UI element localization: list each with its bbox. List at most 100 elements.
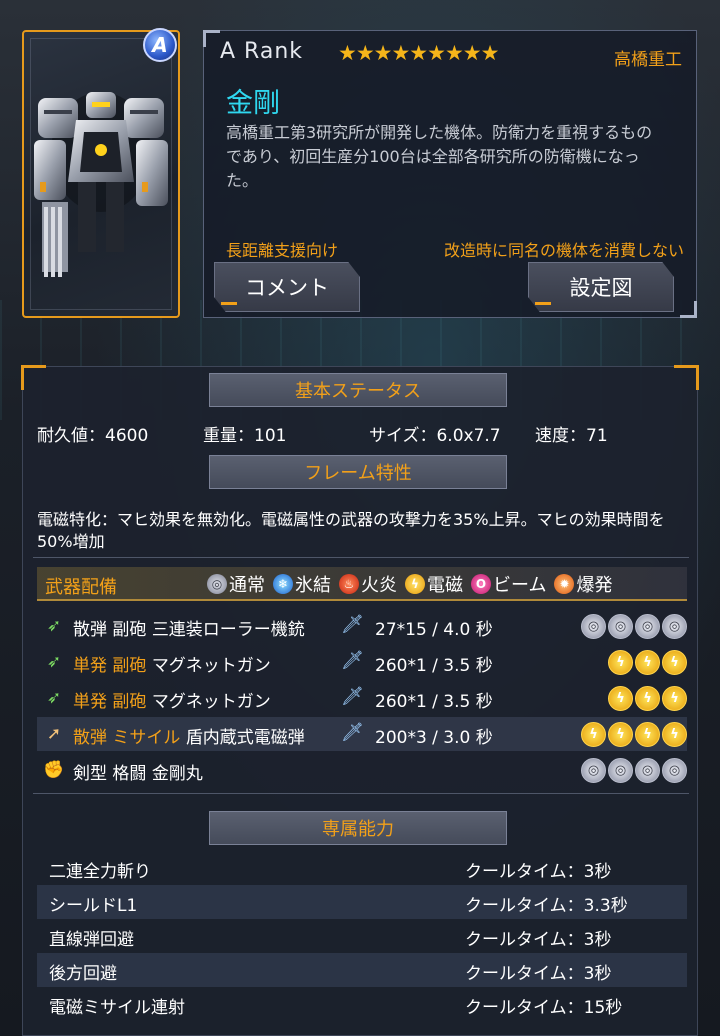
legend-label: 電磁 <box>427 575 463 596</box>
ability-cooldown: クールタイム：3秒 <box>465 930 612 950</box>
weapon-type: 剣型 格闘 <box>73 764 147 784</box>
legend-label: 通常 <box>229 575 265 596</box>
weapon-label: 盾内蔵式電磁弾 <box>185 728 305 748</box>
weapon-row[interactable]: ➶ 散弾 副砲 三連装ローラー機銃 🗡 27*15 / 4.0 秒 ◎ ◎ ◎ ◎ <box>37 609 687 643</box>
ability-row: 電磁ミサイル連射 クールタイム：15秒 <box>37 987 687 1021</box>
role-tag: 長距離支援向け <box>226 241 339 260</box>
rifle-icon: ➶ <box>46 652 62 672</box>
unit-description: 高橋重工第3研究所が開発した機体。防衛力を重視するものであり、初回生産分100台… <box>226 123 653 190</box>
legend-label: 火炎 <box>361 575 397 596</box>
abilities-heading: 専属能力 <box>209 811 507 845</box>
electric-slot-icon: ϟ <box>635 650 660 675</box>
rifle-icon: ➶ <box>46 688 62 708</box>
damage-icon: 🗡 <box>341 650 364 671</box>
panel-corner <box>21 365 46 390</box>
electric-slot-icon: ϟ <box>635 686 660 711</box>
ability-cooldown: クールタイム：15秒 <box>465 998 623 1018</box>
weapons-heading: 武器配備 <box>45 577 117 598</box>
comment-button[interactable]: コメント <box>214 262 360 312</box>
comment-button-label: コメント <box>245 276 329 300</box>
electric-slot-icon: ϟ <box>662 650 687 675</box>
weapon-slots: ◎ ◎ ◎ ◎ <box>581 614 687 639</box>
normal-slot-icon: ◎ <box>608 614 633 639</box>
weapon-slots: ϟϟϟϟ <box>581 722 687 747</box>
weapon-type: 単発 副砲 <box>73 656 147 676</box>
frame-trait-text: 電磁特化：マヒ効果を無効化。電磁属性の武器の攻撃力を35%上昇。マヒの効果時間を… <box>37 510 665 551</box>
panel-corner <box>680 301 697 318</box>
normal-slot-icon: ◎ <box>635 758 660 783</box>
ability-name: 電磁ミサイル連射 <box>49 998 185 1018</box>
weapon-damage: 260*1 / 3.5 秒 <box>375 692 493 712</box>
weapons-header: 武器配備 ◎ 通常 ❄ 氷結 ♨ 火炎 ϟ 電磁 O ビーム ✹ 爆発 <box>37 567 687 601</box>
weapon-row[interactable]: ➚ 散弾 ミサイル 盾内蔵式電磁弾 🗡 200*3 / 3.0 秒 ϟϟϟϟ <box>37 717 687 751</box>
weapon-label: 三連装ローラー機銃 <box>151 620 305 640</box>
weapon-row[interactable]: ✊ 剣型 格闘 金剛丸 ◎ ◎ ◎ ◎ <box>37 753 687 787</box>
mech-image <box>34 92 168 277</box>
ability-name: 二連全力斬り <box>49 862 151 882</box>
normal-slot-icon: ◎ <box>581 758 606 783</box>
damage-icon: 🗡 <box>341 722 364 743</box>
weapon-slots: ◎ ◎ ◎ ◎ <box>581 758 687 783</box>
weapon-name: 単発 副砲 マグネットガン <box>73 651 271 676</box>
divider <box>33 793 689 794</box>
weapon-name: 散弾 ミサイル 盾内蔵式電磁弾 <box>73 723 305 748</box>
weapon-damage: 260*1 / 3.5 秒 <box>375 656 493 676</box>
divider <box>33 557 689 558</box>
blast-element-icon: ✹ <box>554 574 575 594</box>
ability-cooldown: クールタイム：3秒 <box>465 862 612 882</box>
weapon-label: 金剛丸 <box>151 764 203 784</box>
mech-portrait[interactable] <box>22 30 180 318</box>
design-button-label: 設定図 <box>569 276 633 300</box>
damage-icon: 🗡 <box>341 614 364 635</box>
weapon-label: マグネットガン <box>151 656 271 676</box>
stat-durability: 耐久値：4600 <box>37 426 149 446</box>
beam-element-icon: O <box>471 574 491 594</box>
ability-row: 直線弾回避 クールタイム：3秒 <box>37 919 687 953</box>
normal-slot-icon: ◎ <box>662 758 687 783</box>
design-drawing-button[interactable]: 設定図 <box>528 262 674 312</box>
normal-slot-icon: ◎ <box>608 758 633 783</box>
panel-corner <box>674 365 699 390</box>
fire-element-icon: ♨ <box>339 574 359 594</box>
ability-name: シールドL1 <box>49 896 138 916</box>
weapon-row[interactable]: ➶ 単発 副砲 マグネットガン 🗡 260*1 / 3.5 秒 ϟϟϟ <box>37 645 687 679</box>
ability-name: 後方回避 <box>49 964 117 984</box>
rifle-icon: ➶ <box>46 616 62 636</box>
panel-corner <box>203 30 220 47</box>
ability-row: 後方回避 クールタイム：3秒 <box>37 953 687 987</box>
electric-element-icon: ϟ <box>405 574 425 594</box>
ability-row: シールドL1 クールタイム：3.3秒 <box>37 885 687 919</box>
ability-cooldown: クールタイム：3.3秒 <box>465 896 628 916</box>
legend-label: 氷結 <box>295 575 331 596</box>
damage-icon: 🗡 <box>341 686 364 707</box>
fist-icon: ✊ <box>43 760 65 780</box>
electric-slot-icon: ϟ <box>635 722 660 747</box>
manufacturer: 高橋重工 <box>614 50 682 70</box>
electric-slot-icon: ϟ <box>662 722 687 747</box>
weapon-row[interactable]: ➶ 単発 副砲 マグネットガン 🗡 260*1 / 3.5 秒 ϟϟϟ <box>37 681 687 715</box>
legend-label: ビーム <box>493 575 547 596</box>
electric-slot-icon: ϟ <box>581 722 606 747</box>
electric-slot-icon: ϟ <box>662 686 687 711</box>
basic-status-heading: 基本ステータス <box>209 373 507 407</box>
ability-row: 二連全力斬り クールタイム：3秒 <box>37 851 687 885</box>
weapon-label: マグネットガン <box>151 692 271 712</box>
normal-slot-icon: ◎ <box>662 614 687 639</box>
rank-badge-icon: A <box>143 28 177 62</box>
missile-icon: ➚ <box>46 724 62 744</box>
weapon-slots: ϟϟϟ <box>608 650 687 675</box>
normal-slot-icon: ◎ <box>635 614 660 639</box>
ice-element-icon: ❄ <box>273 574 293 594</box>
ability-name: 直線弾回避 <box>49 930 134 950</box>
normal-element-icon: ◎ <box>207 574 227 594</box>
stats-panel: 基本ステータス 耐久値：4600 重量：101 サイズ：6.0x7.7 速度：7… <box>21 365 699 1036</box>
electric-slot-icon: ϟ <box>608 686 633 711</box>
star-rating: ★★★★★★★★★ <box>338 41 499 65</box>
weapon-damage: 27*15 / 4.0 秒 <box>375 620 493 640</box>
element-legend: ◎ 通常 ❄ 氷結 ♨ 火炎 ϟ 電磁 O ビーム ✹ 爆発 <box>201 571 612 597</box>
weapon-name: 散弾 副砲 三連装ローラー機銃 <box>73 615 305 640</box>
normal-slot-icon: ◎ <box>581 614 606 639</box>
stat-speed: 速度：71 <box>535 426 608 446</box>
upgrade-note: 改造時に同名の機体を消費しない <box>443 241 684 260</box>
weapon-type: 散弾 副砲 <box>73 620 147 640</box>
